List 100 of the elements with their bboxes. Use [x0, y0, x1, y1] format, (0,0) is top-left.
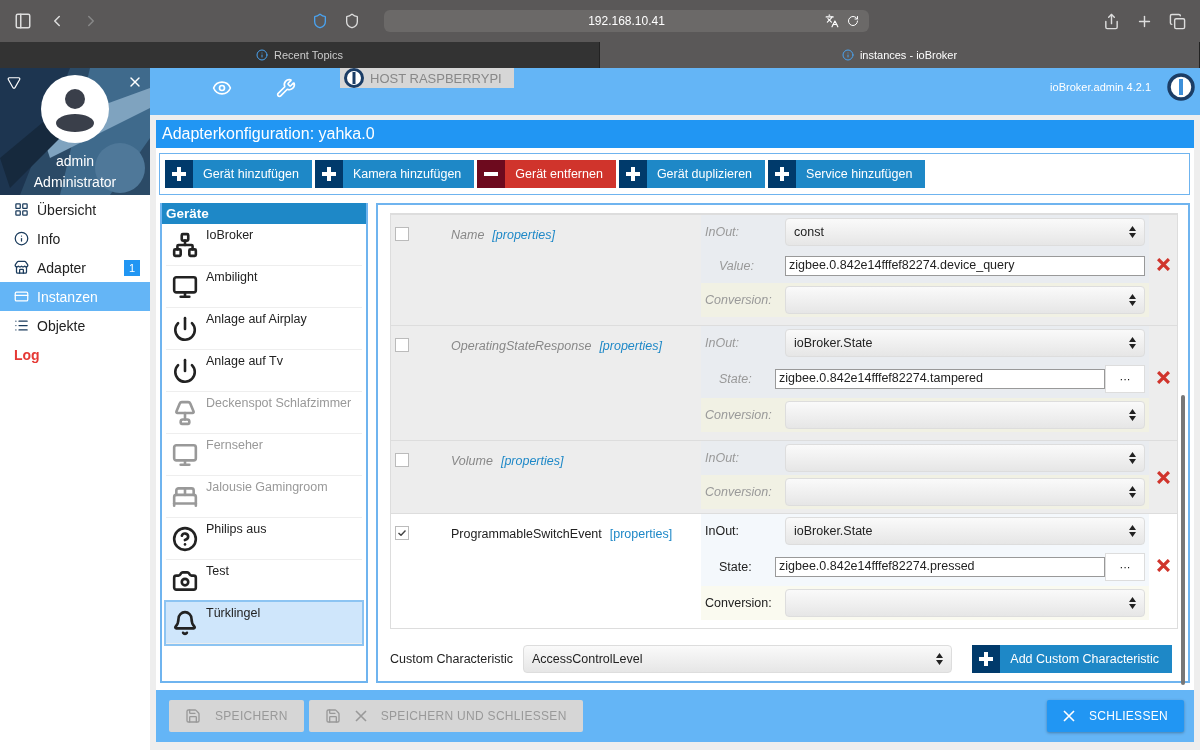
- field-label: Conversion:: [705, 408, 773, 422]
- plus-icon: [775, 167, 790, 181]
- user-name: admin: [55, 152, 95, 171]
- checkbox[interactable]: [395, 526, 409, 540]
- characteristic-name: OperatingStateResponse [properties]: [451, 338, 663, 353]
- info-icon: [14, 231, 29, 246]
- delete-icon[interactable]: [1156, 371, 1170, 384]
- field-label: InOut:: [705, 524, 741, 538]
- select-arrows-icon: [1129, 452, 1136, 464]
- translate-icon[interactable]: [825, 14, 839, 28]
- question-icon: [172, 526, 198, 552]
- blocker-icon[interactable]: [312, 13, 328, 29]
- browser-tab[interactable]: instances - ioBroker: [600, 42, 1200, 68]
- address-bar[interactable]: 192.168.10.41: [384, 10, 869, 32]
- logo-icon: [344, 68, 364, 88]
- sidebar-icon[interactable]: [14, 12, 32, 30]
- device-item[interactable]: IoBroker: [166, 224, 362, 266]
- nav-label: Übersicht: [37, 201, 97, 218]
- select-arrows-icon: [1129, 226, 1136, 238]
- device-item[interactable]: Türklingel: [166, 602, 362, 644]
- count-badge: 1: [123, 259, 140, 276]
- select-field[interactable]: const: [785, 218, 1145, 246]
- nav-label: Adapter: [37, 259, 87, 276]
- field-label: State:: [718, 372, 753, 386]
- panel-header: Geräte: [162, 203, 366, 224]
- select-field[interactable]: [785, 286, 1145, 314]
- reload-icon[interactable]: [847, 15, 859, 27]
- nav-label: Log: [14, 346, 40, 363]
- device-item[interactable]: Anlage auf Airplay: [166, 308, 362, 350]
- plus-icon: [979, 652, 994, 666]
- characteristic-name: Volume [properties]: [451, 453, 565, 468]
- toolbar-button[interactable]: Kamera hinzufügen: [314, 160, 475, 188]
- toolbar-button[interactable]: Gerät entfernen: [477, 160, 616, 188]
- select-field[interactable]: AccessControlLevel: [522, 645, 953, 673]
- select-field[interactable]: [785, 444, 1145, 472]
- toolbar-button[interactable]: Gerät hinzufügen: [165, 160, 312, 188]
- plus-icon: [172, 167, 186, 181]
- value-field[interactable]: zigbee.0.842e14fffef82274.device_query: [785, 256, 1145, 276]
- toolbar-button[interactable]: Gerät duplizieren: [618, 160, 766, 188]
- lamp-icon: [172, 400, 198, 426]
- select-field[interactable]: ioBroker.State: [785, 329, 1145, 357]
- toolbar-button[interactable]: Service hinzufügen: [768, 160, 926, 188]
- power-icon: [172, 358, 198, 384]
- bell-icon: [172, 610, 198, 636]
- select-arrows-icon: [936, 653, 944, 665]
- list-icon: [14, 318, 29, 333]
- share-icon[interactable]: [1103, 12, 1120, 30]
- select-field[interactable]: [785, 589, 1145, 617]
- field-label: State:: [718, 560, 753, 574]
- device-item[interactable]: Anlage auf Tv: [166, 350, 362, 392]
- browse-button[interactable]: ···: [1105, 365, 1145, 393]
- select-field[interactable]: [785, 401, 1145, 429]
- select-field[interactable]: [785, 478, 1145, 506]
- field-label: Custom Characteristic: [390, 652, 513, 666]
- field-label: InOut:: [705, 336, 741, 350]
- monitor-icon: [172, 274, 198, 300]
- nav-item[interactable]: Log: [0, 340, 150, 369]
- network-icon: [172, 232, 198, 258]
- device-item[interactable]: Philips aus: [166, 518, 362, 560]
- eye-icon[interactable]: [212, 78, 232, 98]
- browser-tab[interactable]: Recent Topics: [0, 42, 600, 68]
- select-field[interactable]: ioBroker.State: [785, 517, 1145, 545]
- field-label: Conversion:: [705, 485, 773, 499]
- tabs-icon[interactable]: [1169, 12, 1186, 30]
- user-role: Administrator: [33, 173, 117, 192]
- close-icon: [1062, 710, 1075, 722]
- monitor-icon: [172, 442, 198, 468]
- card-icon: [14, 289, 29, 304]
- shield-icon[interactable]: [344, 13, 360, 29]
- select-arrows-icon: [1129, 294, 1136, 306]
- select-arrows-icon: [1129, 409, 1136, 421]
- check-icon: [398, 530, 406, 536]
- checkbox[interactable]: [395, 453, 409, 467]
- delete-icon[interactable]: [1156, 559, 1170, 572]
- select-arrows-icon: [1129, 486, 1136, 498]
- field-label: Value:: [718, 259, 755, 273]
- nav-item[interactable]: Info: [0, 224, 150, 253]
- state-field[interactable]: zigbee.0.842e14fffef82274.tampered: [775, 369, 1105, 389]
- version-label: ioBroker.admin 4.2.1: [1050, 81, 1151, 93]
- browse-button[interactable]: ···: [1105, 553, 1145, 581]
- delete-icon[interactable]: [1156, 470, 1170, 484]
- nav-item[interactable]: Objekte: [0, 311, 150, 340]
- save-icon: [185, 708, 201, 724]
- device-item[interactable]: Ambilight: [166, 266, 362, 308]
- checkbox[interactable]: [395, 227, 409, 241]
- nav-item[interactable]: Übersicht: [0, 195, 150, 224]
- minus-icon: [484, 172, 499, 176]
- site-icon: [841, 49, 854, 61]
- logo-icon: [1167, 73, 1195, 101]
- state-field[interactable]: zigbee.0.842e14fffef82274.pressed: [775, 557, 1105, 577]
- delete-icon[interactable]: [1156, 258, 1170, 271]
- add-button[interactable]: Add Custom Characteristic: [972, 645, 1172, 673]
- field-label: Conversion:: [705, 596, 773, 610]
- field-label: InOut:: [705, 451, 741, 465]
- nav-item[interactable]: Adapter 1: [0, 253, 150, 282]
- menu-toggle-icon[interactable]: [7, 76, 21, 90]
- checkbox[interactable]: [395, 338, 409, 352]
- characteristic-name: ProgrammableSwitchEvent [properties]: [451, 526, 674, 541]
- properties-link[interactable]: [properties]: [609, 527, 673, 541]
- wrench-icon[interactable]: [276, 78, 296, 98]
